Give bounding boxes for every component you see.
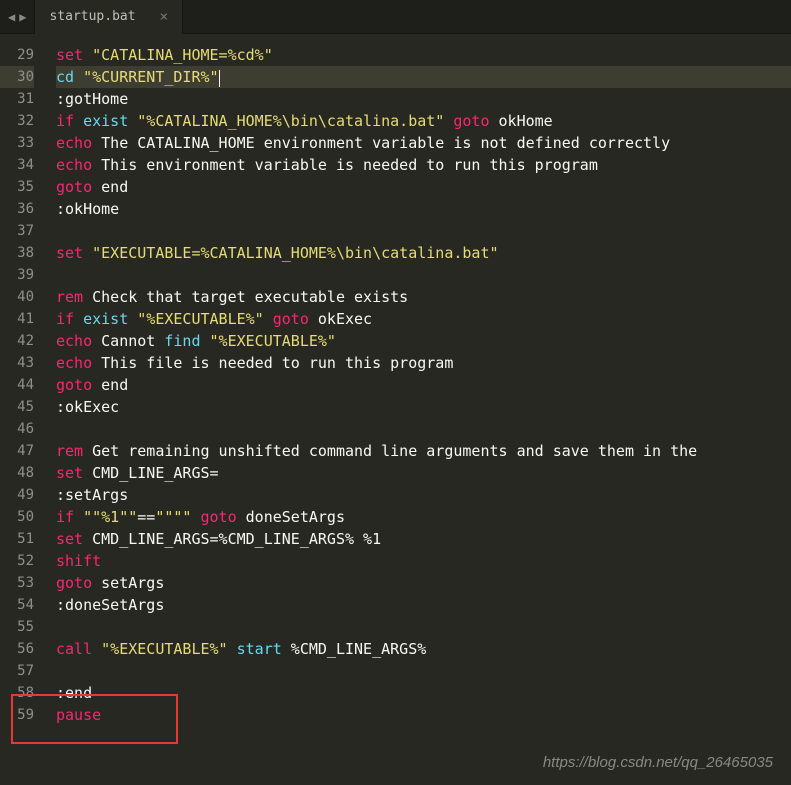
line-number: 47 [0,440,34,462]
line-number: 29 [0,44,34,66]
line-number: 42 [0,330,34,352]
line-number: 53 [0,572,34,594]
tab-filename: startup.bat [49,9,135,24]
code-line[interactable]: set "CATALINA_HOME=%cd%" [56,44,791,66]
line-number: 39 [0,264,34,286]
code-line[interactable]: goto end [56,374,791,396]
line-number: 30 [0,66,34,88]
code-line[interactable]: :okHome [56,198,791,220]
code-line[interactable]: if exist "%EXECUTABLE%" goto okExec [56,308,791,330]
code-line[interactable]: shift [56,550,791,572]
tab-bar: ◀ ▶ startup.bat × [0,0,791,34]
code-line[interactable]: set "EXECUTABLE=%CATALINA_HOME%\bin\cata… [56,242,791,264]
line-number: 51 [0,528,34,550]
code-line[interactable]: :doneSetArgs [56,594,791,616]
code-line[interactable] [56,220,791,242]
code-line[interactable]: :setArgs [56,484,791,506]
code-line[interactable] [56,616,791,638]
code-area[interactable]: set "CATALINA_HOME=%cd%"cd "%CURRENT_DIR… [44,34,791,785]
line-number: 33 [0,132,34,154]
close-icon[interactable]: × [160,9,168,25]
text-cursor [219,70,220,87]
code-line[interactable]: echo Cannot find "%EXECUTABLE%" [56,330,791,352]
line-number: 41 [0,308,34,330]
line-number: 32 [0,110,34,132]
code-line[interactable]: echo The CATALINA_HOME environment varia… [56,132,791,154]
line-number: 36 [0,198,34,220]
nav-prev-icon[interactable]: ◀ [8,10,15,24]
code-line[interactable]: if ""%1""=="""" goto doneSetArgs [56,506,791,528]
editor[interactable]: 2930313233343536373839404142434445464748… [0,34,791,785]
line-number: 35 [0,176,34,198]
line-number: 34 [0,154,34,176]
line-number: 57 [0,660,34,682]
code-line[interactable]: echo This file is needed to run this pro… [56,352,791,374]
code-line[interactable] [56,660,791,682]
line-number: 54 [0,594,34,616]
code-line[interactable]: :gotHome [56,88,791,110]
nav-next-icon[interactable]: ▶ [19,10,26,24]
code-line[interactable]: rem Check that target executable exists [56,286,791,308]
line-number: 31 [0,88,34,110]
code-line[interactable]: goto end [56,176,791,198]
line-number: 38 [0,242,34,264]
code-line[interactable]: pause [56,704,791,726]
line-number: 37 [0,220,34,242]
code-line[interactable] [56,264,791,286]
watermark-text: https://blog.csdn.net/qq_26465035 [543,754,773,771]
code-line[interactable]: :okExec [56,396,791,418]
line-number: 45 [0,396,34,418]
line-number: 46 [0,418,34,440]
line-number: 40 [0,286,34,308]
code-line[interactable]: set CMD_LINE_ARGS=%CMD_LINE_ARGS% %1 [56,528,791,550]
line-number: 59 [0,704,34,726]
line-number: 58 [0,682,34,704]
code-line[interactable]: echo This environment variable is needed… [56,154,791,176]
line-number: 44 [0,374,34,396]
line-number: 43 [0,352,34,374]
code-line[interactable]: call "%EXECUTABLE%" start %CMD_LINE_ARGS… [56,638,791,660]
nav-arrows: ◀ ▶ [0,10,34,24]
line-number: 49 [0,484,34,506]
file-tab[interactable]: startup.bat × [34,0,183,34]
line-number-gutter: 2930313233343536373839404142434445464748… [0,34,44,785]
code-line[interactable] [56,418,791,440]
line-number: 48 [0,462,34,484]
line-number: 52 [0,550,34,572]
code-line[interactable]: rem Get remaining unshifted command line… [56,440,791,462]
code-line[interactable]: cd "%CURRENT_DIR%" [56,66,791,88]
code-line[interactable]: goto setArgs [56,572,791,594]
line-number: 55 [0,616,34,638]
code-line[interactable]: if exist "%CATALINA_HOME%\bin\catalina.b… [56,110,791,132]
code-line[interactable]: :end [56,682,791,704]
line-number: 50 [0,506,34,528]
code-line[interactable]: set CMD_LINE_ARGS= [56,462,791,484]
line-number: 56 [0,638,34,660]
